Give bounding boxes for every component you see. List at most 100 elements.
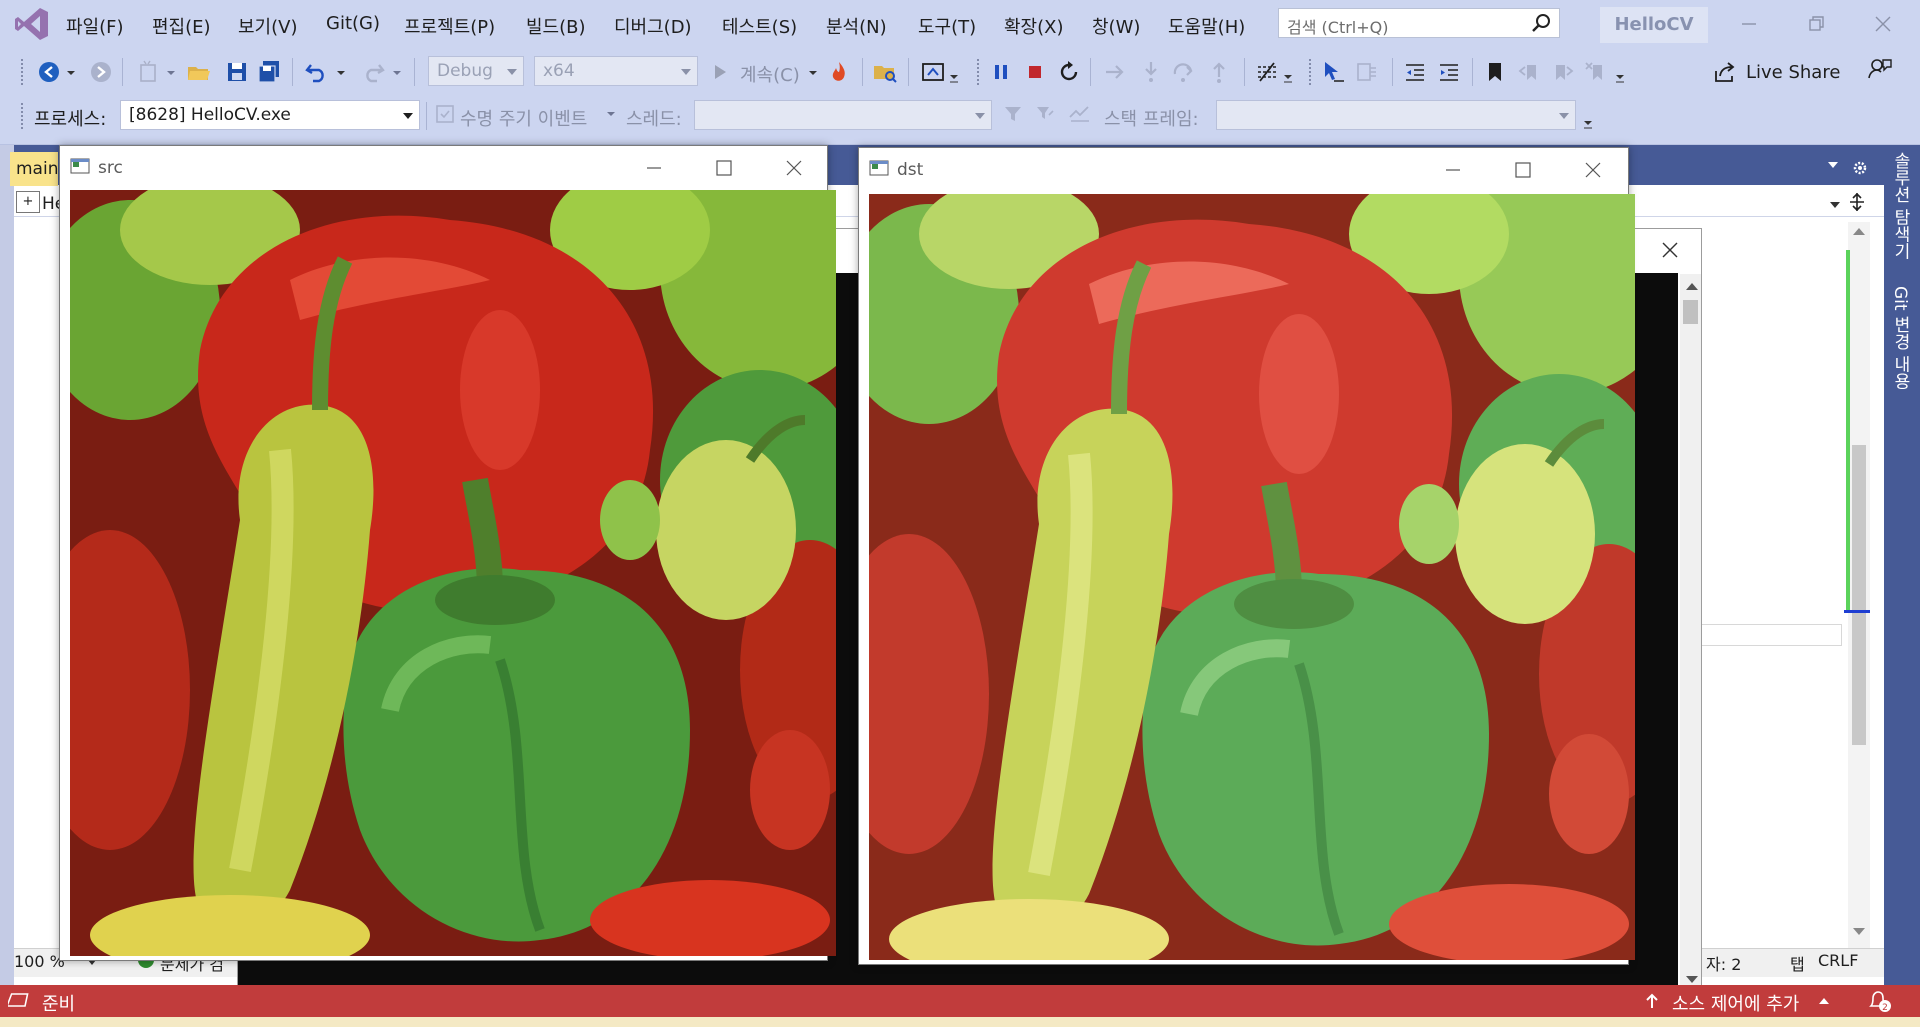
clear-bookmarks-icon[interactable] bbox=[1584, 59, 1610, 85]
solution-explorer-tab[interactable]: 솔루션 탐색기 bbox=[1888, 152, 1913, 259]
scroll-down-icon[interactable] bbox=[1853, 928, 1865, 935]
flag-thread-icon[interactable] bbox=[1034, 103, 1056, 125]
gear-icon[interactable] bbox=[1852, 160, 1868, 176]
search-input[interactable]: 검색 (Ctrl+Q) bbox=[1278, 8, 1560, 38]
document-tab-main[interactable]: main bbox=[10, 152, 58, 186]
chevron-down-icon[interactable] bbox=[64, 59, 78, 85]
restore-icon[interactable] bbox=[1800, 8, 1832, 40]
live-share-icon[interactable] bbox=[1712, 59, 1738, 85]
git-changes-tab[interactable]: Git 변경 내용 bbox=[1888, 286, 1913, 389]
play-icon[interactable] bbox=[710, 59, 730, 85]
toolbar-grip[interactable] bbox=[976, 58, 980, 86]
minimize-icon[interactable] bbox=[1733, 8, 1765, 40]
visual-studio-logo-icon[interactable] bbox=[14, 6, 50, 42]
line-ending-status[interactable]: CRLF bbox=[1818, 951, 1858, 970]
close-icon[interactable] bbox=[1581, 158, 1605, 182]
lifecycle-events-icon[interactable] bbox=[434, 103, 456, 125]
redo-icon[interactable] bbox=[360, 59, 386, 85]
hot-reload-icon[interactable] bbox=[826, 59, 852, 85]
add-to-source-control-button[interactable]: 소스 제어에 추가 bbox=[1672, 990, 1799, 1016]
scroll-down-icon[interactable] bbox=[1686, 976, 1698, 983]
breakpoints-icon[interactable] bbox=[1254, 59, 1280, 85]
chevron-down-icon[interactable] bbox=[1582, 112, 1594, 130]
menu-window[interactable]: 창(W) bbox=[1092, 13, 1140, 39]
save-all-icon[interactable] bbox=[256, 59, 282, 85]
indent-mode-status[interactable]: 탭 bbox=[1790, 951, 1805, 975]
filter-icon[interactable] bbox=[1002, 103, 1024, 125]
chevron-down-icon[interactable] bbox=[164, 59, 178, 85]
chevron-down-icon[interactable] bbox=[334, 59, 348, 85]
scroll-up-icon[interactable] bbox=[1686, 283, 1698, 290]
chevron-down-icon[interactable] bbox=[1614, 66, 1626, 84]
chevron-down-icon[interactable] bbox=[948, 66, 960, 84]
close-icon[interactable] bbox=[1867, 8, 1899, 40]
notifications-icon[interactable]: 2 bbox=[1866, 990, 1892, 1012]
close-icon[interactable] bbox=[1658, 238, 1682, 262]
pause-icon[interactable] bbox=[988, 59, 1014, 85]
find-in-files-icon[interactable] bbox=[872, 59, 898, 85]
process-select[interactable]: [8628] HelloCV.exe bbox=[120, 100, 420, 130]
chevron-up-icon[interactable] bbox=[1818, 996, 1830, 1006]
menu-help[interactable]: 도움말(H) bbox=[1168, 13, 1245, 39]
toolbar-grip[interactable] bbox=[1308, 58, 1312, 86]
solution-configuration-select[interactable]: Debug bbox=[428, 56, 524, 86]
layout-icon[interactable] bbox=[1354, 59, 1380, 85]
src-window-titlebar[interactable]: src bbox=[60, 146, 827, 190]
indent-icon[interactable] bbox=[1436, 59, 1462, 85]
new-item-icon[interactable] bbox=[136, 59, 162, 85]
console-scroll-thumb[interactable] bbox=[1683, 300, 1698, 324]
minimize-icon[interactable] bbox=[642, 156, 666, 180]
diagnostic-screenshot-icon[interactable] bbox=[920, 59, 946, 85]
lifecycle-events-button[interactable]: 수명 주기 이벤트 bbox=[460, 105, 587, 131]
chevron-down-icon[interactable] bbox=[1282, 66, 1294, 84]
menu-tools[interactable]: 도구(T) bbox=[918, 13, 976, 39]
outdent-icon[interactable] bbox=[1402, 59, 1428, 85]
feedback-icon[interactable] bbox=[1866, 56, 1892, 82]
menu-test[interactable]: 테스트(S) bbox=[722, 13, 797, 39]
navigate-forward-icon[interactable] bbox=[88, 59, 114, 85]
menu-build[interactable]: 빌드(B) bbox=[526, 13, 586, 39]
split-editor-icon[interactable] bbox=[1848, 192, 1866, 212]
tab-size-status[interactable]: 자: 2 bbox=[1706, 951, 1741, 975]
menu-edit[interactable]: 편집(E) bbox=[152, 13, 211, 39]
chevron-down-icon[interactable] bbox=[806, 59, 820, 85]
minimize-icon[interactable] bbox=[1441, 158, 1465, 182]
menu-debug[interactable]: 디버그(D) bbox=[614, 13, 692, 39]
step-out-icon[interactable] bbox=[1206, 59, 1232, 85]
solution-platform-select[interactable]: x64 bbox=[534, 56, 698, 86]
continue-button[interactable]: 계속(C) bbox=[740, 61, 800, 87]
menu-git[interactable]: Git(G) bbox=[326, 13, 380, 34]
chevron-down-icon[interactable] bbox=[604, 103, 618, 125]
zoom-level-select[interactable]: 100 % bbox=[14, 952, 65, 971]
menu-file[interactable]: 파일(F) bbox=[66, 13, 124, 39]
step-into-icon[interactable] bbox=[1138, 59, 1164, 85]
show-next-statement-icon[interactable] bbox=[1102, 59, 1128, 85]
chevron-down-icon[interactable] bbox=[1830, 202, 1840, 208]
bookmark-icon[interactable] bbox=[1482, 59, 1508, 85]
scroll-up-icon[interactable] bbox=[1853, 228, 1865, 235]
thread-select[interactable] bbox=[694, 100, 992, 130]
console-scrollbar[interactable] bbox=[1680, 274, 1701, 991]
menu-view[interactable]: 보기(V) bbox=[238, 13, 297, 39]
maximize-icon[interactable] bbox=[712, 156, 736, 180]
save-icon[interactable] bbox=[224, 59, 250, 85]
previous-bookmark-icon[interactable] bbox=[1516, 59, 1542, 85]
stop-icon[interactable] bbox=[1022, 59, 1048, 85]
stack-frame-select[interactable] bbox=[1216, 100, 1576, 130]
restart-icon[interactable] bbox=[1056, 59, 1082, 85]
step-over-icon[interactable] bbox=[1170, 59, 1196, 85]
select-element-icon[interactable] bbox=[1320, 59, 1346, 85]
menu-extensions[interactable]: 확장(X) bbox=[1004, 13, 1064, 39]
show-flagged-threads-icon[interactable] bbox=[1068, 103, 1092, 125]
undo-icon[interactable] bbox=[304, 59, 330, 85]
navigate-back-icon[interactable] bbox=[36, 59, 62, 85]
maximize-icon[interactable] bbox=[1511, 158, 1535, 182]
toolbar-grip[interactable] bbox=[20, 102, 24, 130]
menu-analyze[interactable]: 분석(N) bbox=[826, 13, 887, 39]
live-share-button[interactable]: Live Share bbox=[1746, 62, 1840, 83]
dst-window-titlebar[interactable]: dst bbox=[859, 148, 1628, 192]
chevron-down-icon[interactable] bbox=[1828, 162, 1838, 168]
toolbar-grip[interactable] bbox=[20, 58, 24, 86]
menu-project[interactable]: 프로젝트(P) bbox=[404, 13, 495, 39]
close-icon[interactable] bbox=[782, 156, 806, 180]
